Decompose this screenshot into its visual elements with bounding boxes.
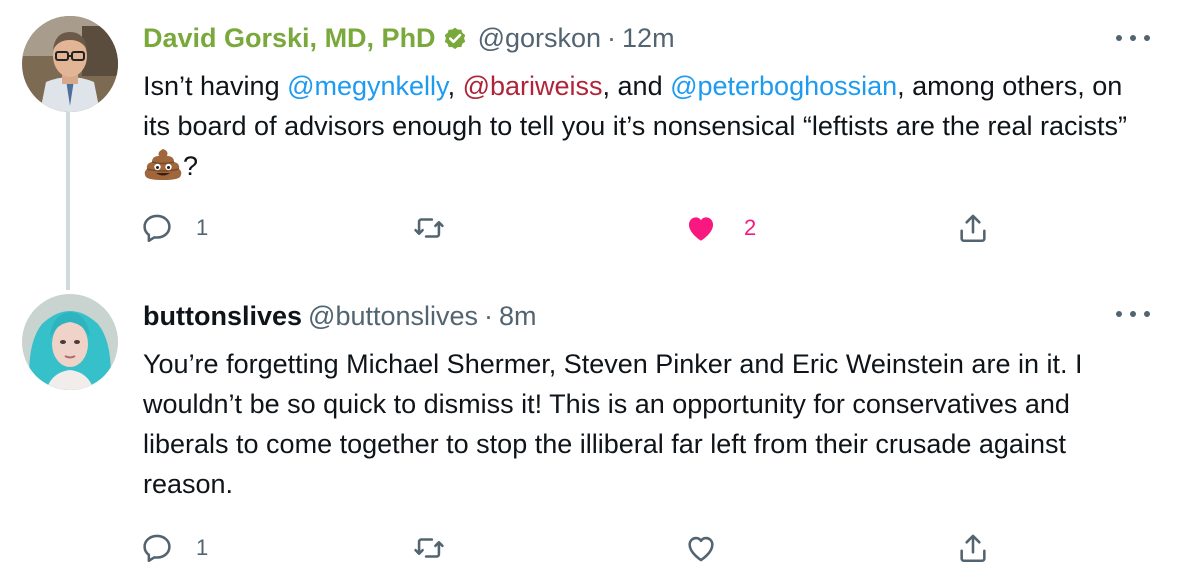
tweet-text: You’re forgetting Michael Shermer, Steve…: [143, 349, 1090, 499]
tweet-header: David Gorski, MD, PhD @gorskon · 12m: [143, 18, 675, 58]
share-icon: [956, 531, 990, 565]
tweet-text-segment: ?: [183, 151, 199, 181]
reply-count: 1: [196, 535, 209, 560]
avatar[interactable]: [22, 294, 118, 390]
verified-badge-icon: [442, 26, 468, 52]
retweet-icon: [412, 211, 446, 245]
avatar[interactable]: [22, 16, 118, 112]
like-button[interactable]: [684, 528, 740, 568]
reply-icon: [140, 211, 174, 245]
display-name[interactable]: buttonslives: [143, 301, 302, 332]
like-button[interactable]: 2: [684, 208, 756, 248]
mention-link[interactable]: @megynkelly: [287, 71, 447, 101]
separator-dot: ·: [607, 22, 617, 53]
tweet[interactable]: David Gorski, MD, PhD @gorskon · 12m Isn…: [0, 0, 1190, 280]
tweet-actions: 1 2: [140, 208, 1040, 248]
share-button[interactable]: [956, 528, 990, 568]
handle[interactable]: @gorskon: [478, 23, 601, 54]
tweet-header: buttonslives @buttonslives · 8m: [143, 296, 537, 336]
pile-of-poo-emoji-icon: [143, 147, 183, 181]
mention-link[interactable]: @peterboghossian: [670, 71, 897, 101]
tweet-text: Isn’t having @megynkelly, @bariweiss, an…: [143, 66, 1153, 186]
separator-dot: ·: [484, 300, 494, 331]
tweet-actions: 1: [140, 528, 1040, 568]
display-name[interactable]: David Gorski, MD, PhD: [143, 23, 436, 54]
tweet-text-segment: Isn’t having: [143, 71, 288, 101]
reply-count: 1: [196, 215, 209, 240]
share-icon: [956, 211, 990, 245]
tweet-text-segment: , and: [602, 71, 671, 101]
heart-filled-icon: [684, 211, 718, 245]
timestamp[interactable]: 8m: [499, 301, 537, 332]
handle[interactable]: @buttonslives: [308, 301, 478, 332]
reply-button[interactable]: 1: [140, 528, 208, 568]
retweet-icon: [412, 531, 446, 565]
more-options-icon[interactable]: [1116, 28, 1150, 48]
more-options-icon[interactable]: [1116, 304, 1150, 324]
timestamp[interactable]: 12m: [622, 23, 675, 54]
retweet-button[interactable]: [412, 208, 468, 248]
like-count: 2: [744, 215, 757, 240]
reply-icon: [140, 531, 174, 565]
tweet-text-segment: ,: [447, 71, 463, 101]
tweet[interactable]: buttonslives @buttonslives · 8m You’re f…: [0, 282, 1190, 586]
retweet-button[interactable]: [412, 528, 468, 568]
mention-link[interactable]: @bariweiss: [463, 71, 603, 101]
reply-button[interactable]: 1: [140, 208, 208, 248]
heart-outline-icon: [684, 531, 718, 565]
share-button[interactable]: [956, 208, 990, 248]
